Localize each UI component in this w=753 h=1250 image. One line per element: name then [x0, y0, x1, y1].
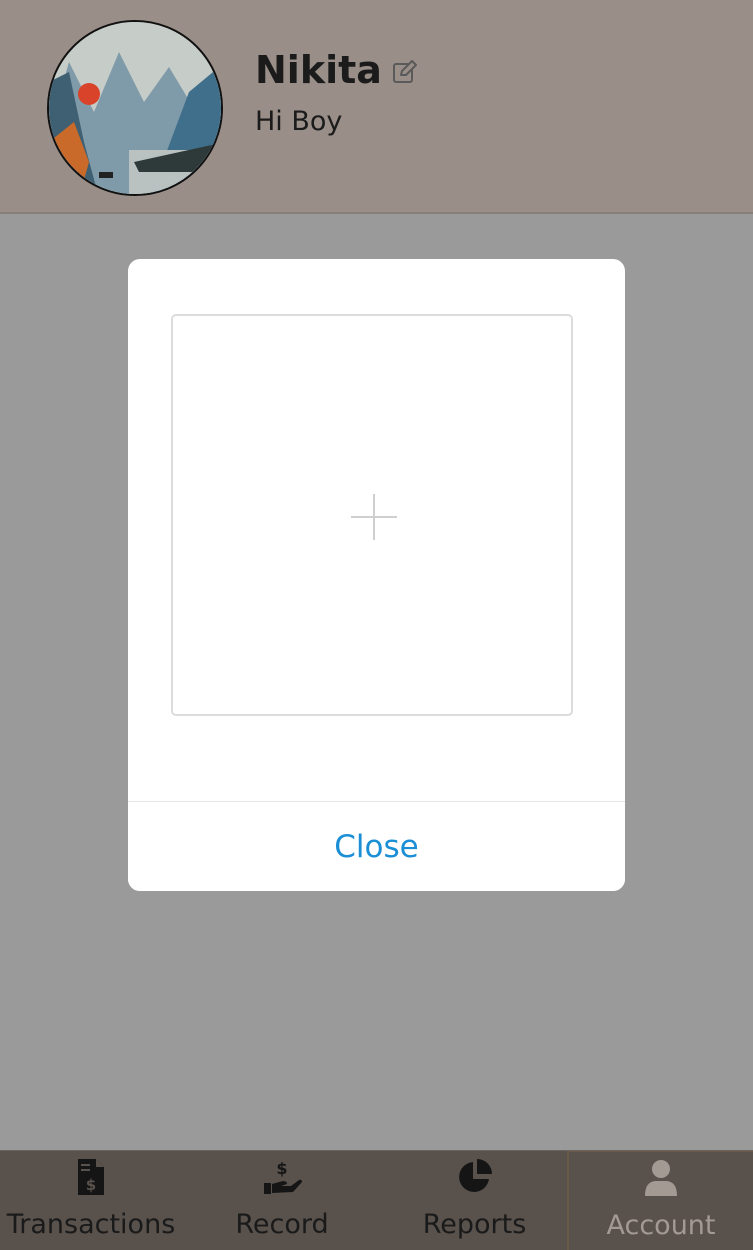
profile-header: Nikita Hi Boy [0, 0, 753, 214]
nav-item-record[interactable]: $ Record [182, 1151, 382, 1250]
hand-dollar-icon: $ [264, 1159, 302, 1194]
nav-label-record: Record [235, 1209, 329, 1240]
plus-icon [351, 494, 397, 540]
document-dollar-icon: $ [78, 1159, 104, 1195]
close-button[interactable]: Close [128, 802, 625, 891]
upload-modal: Close [128, 259, 625, 891]
nav-item-account[interactable]: Account [567, 1151, 753, 1250]
nav-label-account: Account [606, 1210, 716, 1241]
pie-chart-icon [458, 1159, 492, 1192]
image-upload-area[interactable] [171, 314, 573, 716]
nav-item-transactions[interactable]: $ Transactions [0, 1151, 182, 1250]
svg-text:$: $ [276, 1159, 287, 1178]
nav-label-reports: Reports [422, 1209, 527, 1240]
edit-icon[interactable] [392, 60, 418, 86]
svg-text:$: $ [86, 1176, 96, 1194]
user-icon [645, 1160, 677, 1196]
landscape-painting-icon [49, 22, 221, 194]
user-name: Nikita [255, 48, 382, 92]
user-status: Hi Boy [255, 106, 343, 137]
nav-item-reports[interactable]: Reports [382, 1151, 567, 1250]
bottom-nav: $ Transactions $ Record Reports Account [0, 1150, 753, 1250]
avatar[interactable] [47, 20, 223, 196]
nav-label-transactions: Transactions [6, 1209, 176, 1240]
